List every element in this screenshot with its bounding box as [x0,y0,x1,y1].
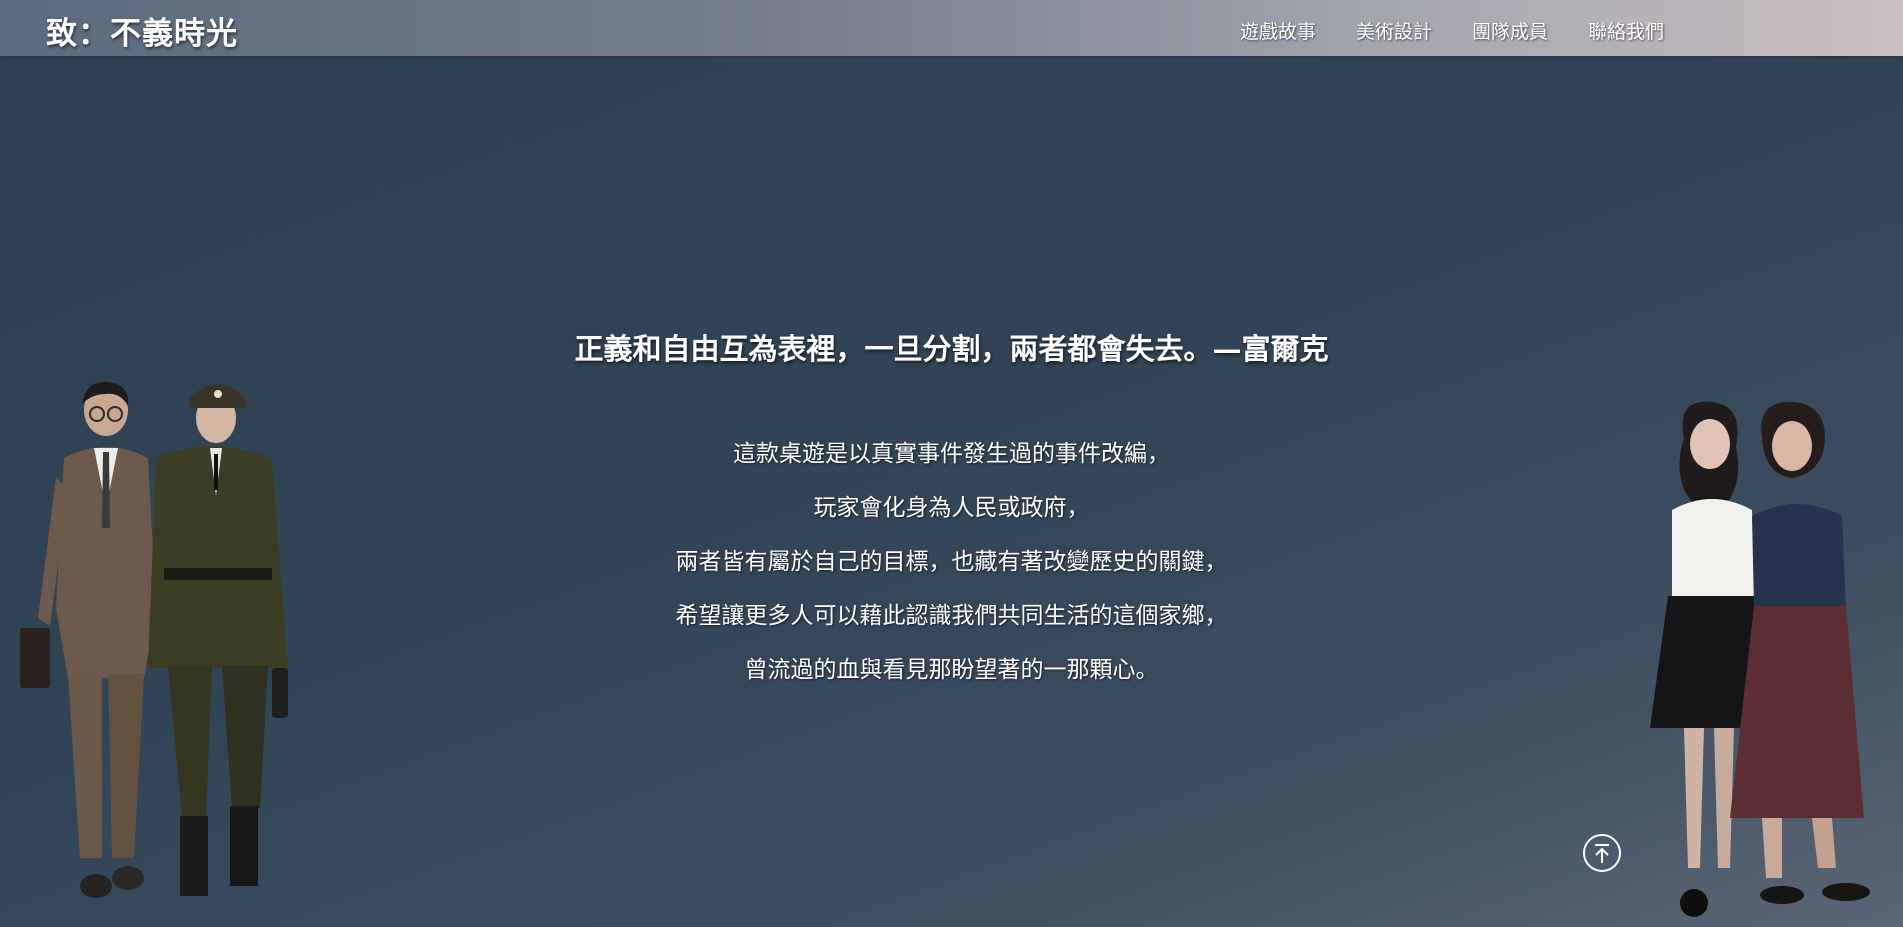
nav-item-art-design[interactable]: 美術設計 [1356,17,1432,44]
main-nav: 遊戲故事 美術設計 團隊成員 聯絡我們 [1240,17,1664,44]
intro-line: 玩家會化身為人民或政府， [813,495,1090,521]
arrow-up-to-top-icon [1595,844,1609,863]
intro-line: 這款桌遊是以真實事件發生過的事件改編， [733,441,1170,467]
site-logo[interactable]: 致：不義時光 [46,8,238,53]
intro-line: 希望讓更多人可以藉此認識我們共同生活的這個家鄉， [675,603,1228,629]
nav-item-contact-us[interactable]: 聯絡我們 [1588,17,1664,44]
nav-item-team-members[interactable]: 團隊成員 [1472,17,1548,44]
scroll-to-top-button[interactable] [1583,834,1621,872]
nav-item-game-story[interactable]: 遊戲故事 [1240,17,1316,44]
header-bar: 致：不義時光 遊戲故事 美術設計 團隊成員 聯絡我們 [0,0,1903,56]
intro-line: 曾流過的血與看見那盼望著的一那顆心。 [744,657,1159,683]
intro-line: 兩者皆有屬於自己的目標，也藏有著改變歷史的關鍵， [675,549,1228,575]
hero-quote: 正義和自由互為表裡，一旦分割，兩者都會失去。—富爾克 [574,332,1329,366]
intro-text: 這款桌遊是以真實事件發生過的事件改編， 玩家會化身為人民或政府， 兩者皆有屬於自… [0,432,1903,702]
